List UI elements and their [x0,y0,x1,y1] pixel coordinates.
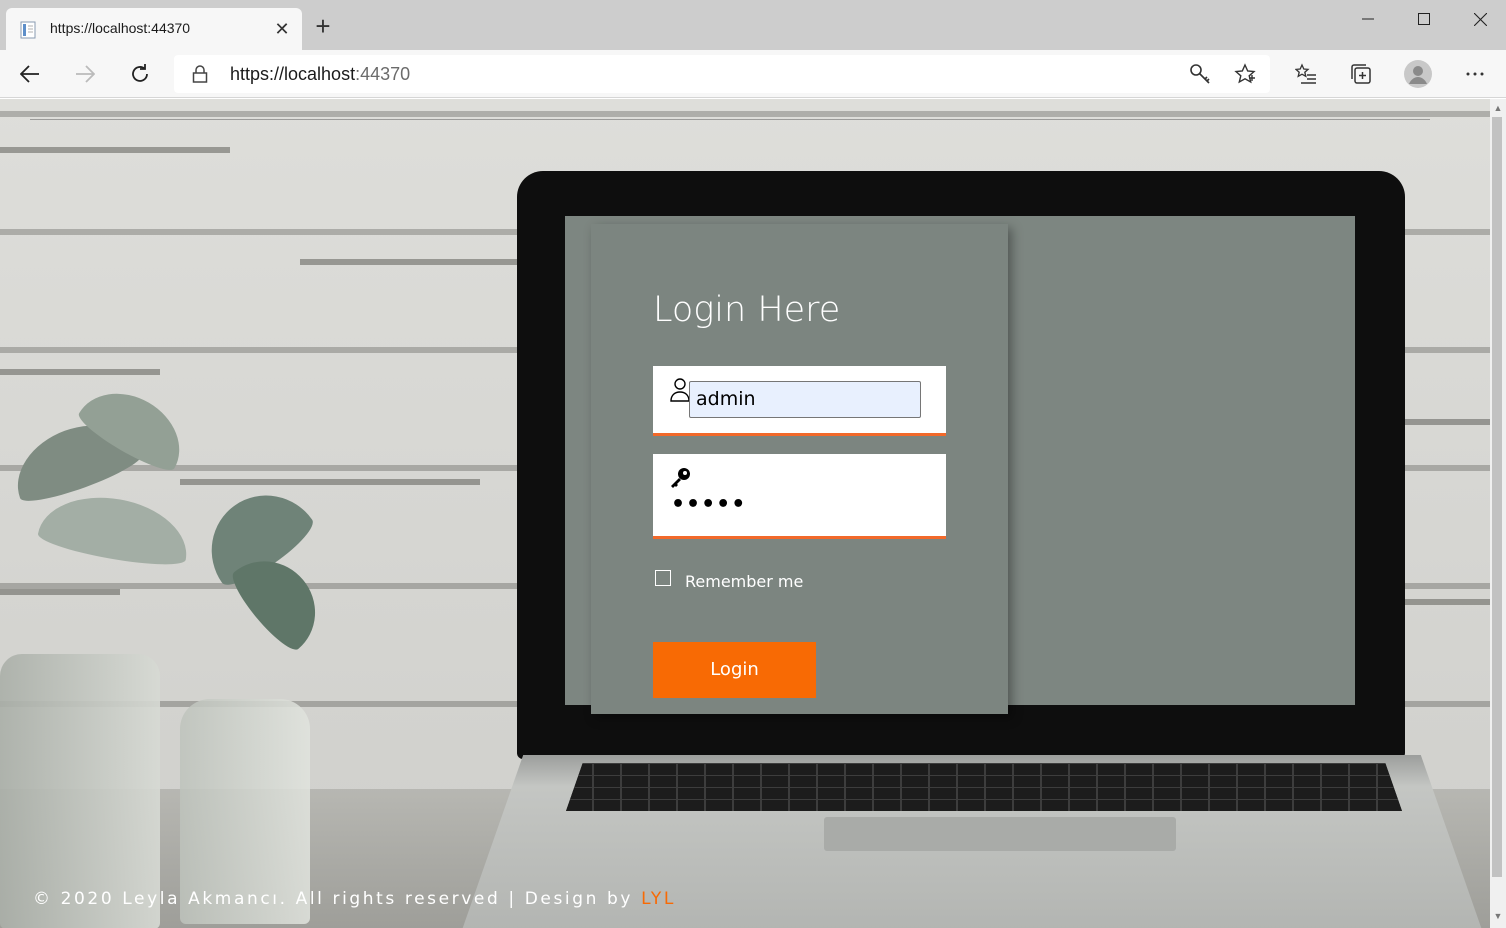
footer-text: © 2020 Leyla Akmancı. All rights reserve… [33,889,642,909]
refresh-icon [132,64,148,82]
back-button[interactable] [14,58,46,90]
collections-button[interactable] [1345,58,1377,90]
avatar-icon [1404,60,1432,88]
remember-me-checkbox[interactable] [655,569,671,586]
lock-icon [192,65,208,83]
password-input[interactable]: ••••• [671,492,926,518]
glass-jar [0,654,160,928]
favorite-button[interactable] [1231,61,1259,87]
forward-button[interactable] [69,58,101,90]
username-input[interactable]: admin [689,381,921,418]
scroll-down-icon[interactable]: ▼ [1492,910,1504,922]
key-icon [671,468,690,488]
url-port: :44370 [355,64,411,84]
user-icon [670,378,690,402]
key-icon [1190,64,1210,84]
minimize-button[interactable] [1340,0,1396,38]
password-key-button[interactable] [1186,61,1214,87]
star-icon [1234,63,1256,84]
login-button[interactable]: Login [653,642,816,698]
address-bar[interactable]: https://localhost:44370 [174,55,1270,93]
browser-toolbar: https://localhost:44370 [0,50,1506,98]
maximize-button[interactable] [1396,0,1452,38]
login-form: Login Here admin ••••• Remember me Login [591,224,1008,714]
refresh-button[interactable] [124,58,156,90]
footer-copyright: © 2020 Leyla Akmancı. All rights reserve… [33,889,676,909]
close-icon [1473,12,1487,26]
tab-title: https://localhost:44370 [50,20,191,36]
page-icon [20,21,36,39]
keyboard-rows [566,763,1402,811]
favorites-icon [1295,63,1316,84]
password-field: ••••• [653,454,946,539]
browser-tab[interactable]: https://localhost:44370 ✕ [6,8,302,50]
maximize-icon [1418,13,1430,25]
close-window-button[interactable] [1452,0,1506,38]
arrow-right-icon [76,65,95,83]
tab-strip: https://localhost:44370 ✕ + [0,0,1506,50]
page-viewport: Login Here admin ••••• Remember me Login… [0,99,1490,928]
remember-me[interactable]: Remember me [655,568,803,591]
more-icon [1466,72,1484,76]
username-field: admin [653,366,946,436]
url-text: https://localhost:44370 [230,64,410,85]
laptop-trackpad [824,817,1176,851]
scroll-up-icon[interactable]: ▲ [1492,102,1504,114]
minimize-icon [1362,18,1374,20]
more-menu-button[interactable] [1459,58,1491,90]
scrollbar-thumb[interactable] [1492,117,1502,877]
new-tab-button[interactable]: + [310,13,336,40]
profile-button[interactable] [1402,58,1434,90]
favorites-button[interactable] [1290,58,1322,90]
close-tab-icon[interactable]: ✕ [272,19,292,39]
remember-me-label: Remember me [685,572,804,591]
header-divider [30,119,1430,120]
arrow-left-icon [20,65,39,83]
collections-icon [1351,64,1371,84]
login-title: Login Here [653,290,841,330]
footer-brand-link[interactable]: LYL [641,889,676,909]
url-host: https://localhost [230,64,356,84]
